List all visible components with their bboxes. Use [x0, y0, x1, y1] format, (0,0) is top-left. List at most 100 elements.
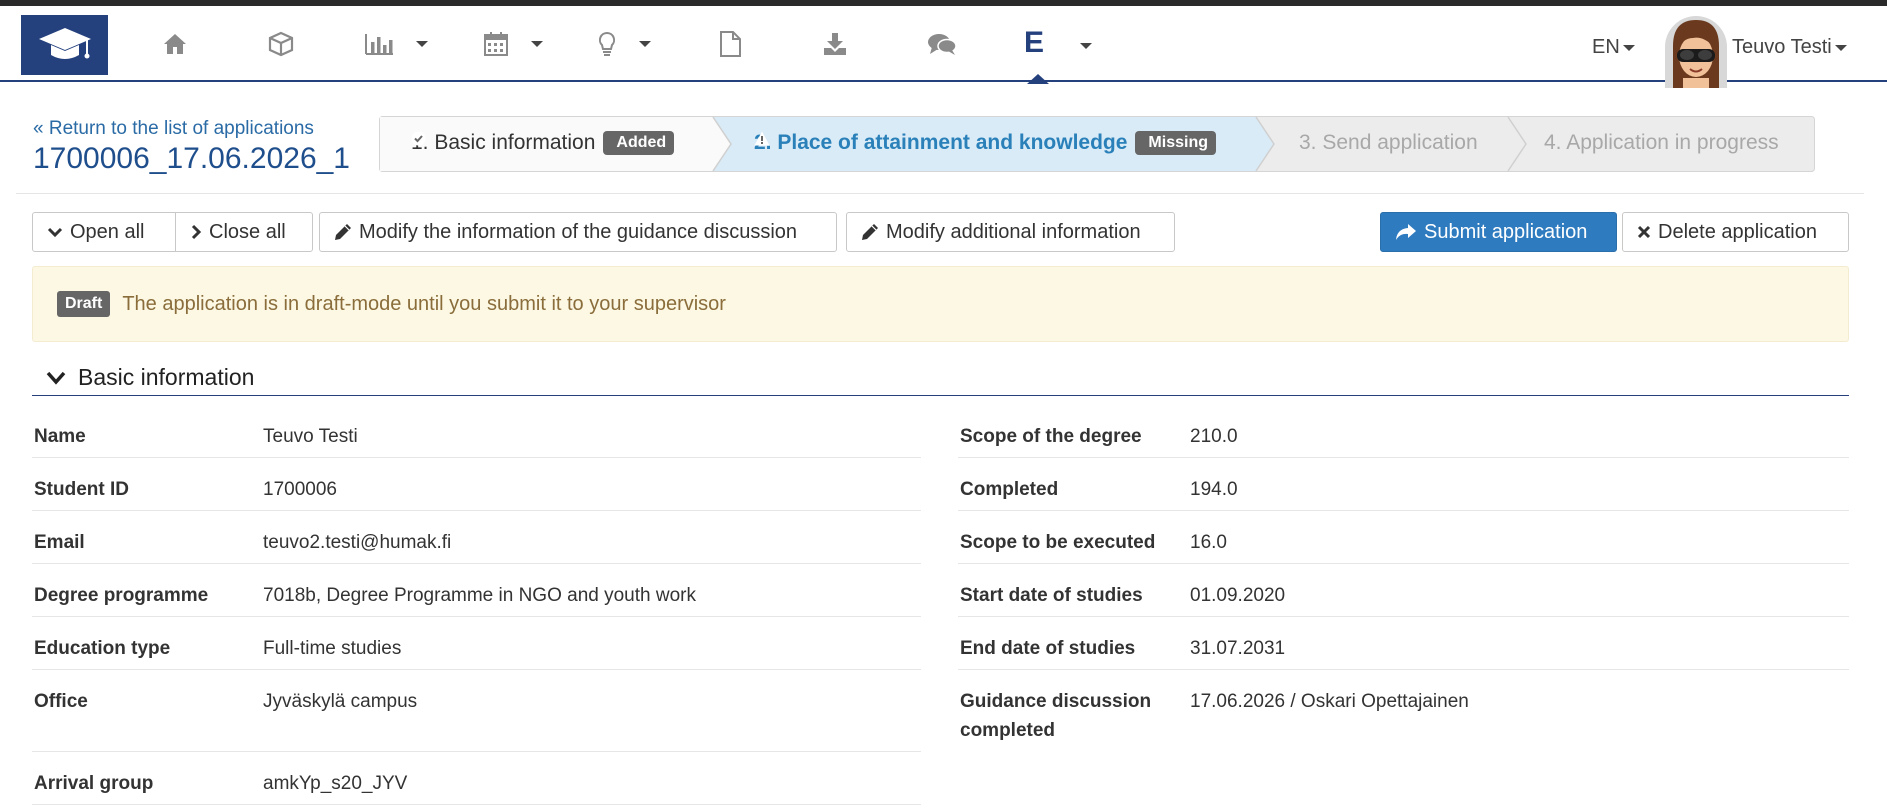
- modify-additional-information-button[interactable]: Modify additional information: [846, 212, 1175, 252]
- detail-row: Name Teuvo Testi: [32, 405, 921, 458]
- top-navbar: E EN Teuvo Testi: [0, 6, 1887, 88]
- detail-value: 17.06.2026 / Oskari Opettajainen: [1190, 691, 1469, 712]
- comments-icon: [928, 34, 957, 55]
- detail-row: End date of studies 31.07.2031: [958, 617, 1849, 670]
- detail-label: Education type: [34, 638, 171, 659]
- detail-row: Email teuvo2.testi@humak.fi: [32, 511, 921, 564]
- file-icon: [720, 31, 741, 57]
- back-to-applications-link[interactable]: « Return to the list of applications: [33, 118, 314, 140]
- user-avatar-icon: [1665, 16, 1727, 88]
- cube-icon: [268, 31, 294, 57]
- detail-row: Education type Full-time studies: [32, 617, 921, 670]
- detail-value: 1700006: [263, 479, 337, 500]
- language-dropdown[interactable]: EN: [1592, 36, 1635, 59]
- detail-row: Completed 194.0: [958, 458, 1849, 511]
- chevron-down-icon: [639, 41, 651, 47]
- detail-label-continued: completed: [960, 720, 1056, 741]
- lightbulb-icon: [598, 31, 616, 56]
- detail-value: Jyväskylä campus: [263, 691, 418, 712]
- nav-calendar-dropdown[interactable]: [483, 28, 543, 60]
- pencil-icon: [861, 223, 879, 241]
- detail-label: Email: [34, 532, 85, 553]
- modify-additional-label: Modify additional information: [886, 220, 1141, 243]
- detail-row: Scope to be executed 16.0: [958, 511, 1849, 564]
- language-label: EN: [1592, 36, 1620, 58]
- nav-cube[interactable]: [268, 28, 294, 60]
- application-id-title: 1700006_17.06.2026_1: [33, 142, 350, 175]
- open-all-button[interactable]: Open all: [32, 212, 176, 252]
- nav-messages[interactable]: [927, 28, 957, 60]
- share-arrow-icon: [1395, 223, 1417, 241]
- draft-badge: Draft: [57, 291, 111, 317]
- section-title: Basic information: [78, 364, 255, 390]
- draft-alert-text: The application is in draft-mode until y…: [122, 292, 726, 315]
- draft-alert: Draft The application is in draft-mode u…: [32, 266, 1849, 342]
- close-all-button[interactable]: Close all: [175, 212, 313, 252]
- step-4-application-in-progress[interactable]: 4. Application in progress: [1544, 131, 1779, 155]
- logo[interactable]: [21, 15, 108, 75]
- detail-value: 01.09.2020: [1190, 585, 1286, 606]
- nav-document[interactable]: [718, 28, 742, 60]
- detail-value: 210.0: [1190, 426, 1238, 447]
- chevron-down-icon: [1834, 44, 1847, 51]
- detail-value: 7018b, Degree Programme in NGO and youth…: [263, 585, 696, 606]
- detail-row: Start date of studies 01.09.2020: [958, 564, 1849, 617]
- detail-label: Student ID: [34, 479, 129, 500]
- graduation-cap-icon: [38, 28, 91, 59]
- step-3-label: 3. Send application: [1299, 131, 1478, 154]
- chevron-right-icon: [190, 224, 202, 240]
- delete-application-button[interactable]: Delete application: [1622, 212, 1849, 252]
- chevron-down-icon: [1622, 44, 1635, 51]
- submit-application-button[interactable]: Submit application: [1380, 212, 1617, 252]
- step-1-label: 1. Basic information: [411, 131, 596, 154]
- nav-download[interactable]: [822, 28, 848, 60]
- nav-home[interactable]: [163, 28, 187, 60]
- bar-chart-icon: [365, 34, 393, 55]
- modify-guidance-label: Modify the information of the guidance d…: [359, 220, 798, 243]
- close-icon: [1637, 225, 1651, 239]
- status-badge: Missing: [754, 131, 1216, 155]
- user-menu-dropdown[interactable]: Teuvo Testi: [1732, 36, 1847, 59]
- detail-value: 31.07.2031: [1190, 638, 1286, 659]
- detail-value: Full-time studies: [263, 638, 402, 659]
- nav-ideas-dropdown[interactable]: [597, 28, 651, 60]
- detail-value: teuvo2.testi@humak.fi: [263, 532, 452, 553]
- detail-label: Completed: [960, 479, 1059, 500]
- divider: [16, 193, 1864, 194]
- detail-row: Degree programme 7018b, Degree Programme…: [32, 564, 921, 617]
- progress-steps: 1. Basic information Added 2. Place of a…: [379, 116, 1815, 172]
- detail-value: amkYp_s20_JYV: [263, 773, 408, 794]
- avatar[interactable]: [1665, 16, 1727, 88]
- nav-statistics-dropdown[interactable]: [364, 28, 428, 60]
- detail-row: Scope of the degree 210.0: [958, 405, 1849, 458]
- detail-label: Arrival group: [34, 773, 154, 794]
- detail-value: 194.0: [1190, 479, 1238, 500]
- detail-value: 16.0: [1190, 532, 1227, 553]
- modify-guidance-discussion-button[interactable]: Modify the information of the guidance d…: [319, 212, 837, 252]
- detail-row: Guidance discussion completed 17.06.2026…: [958, 670, 1849, 750]
- detail-row: Student ID 1700006: [32, 458, 921, 511]
- open-all-label: Open all: [70, 220, 145, 243]
- detail-label: Name: [34, 426, 86, 447]
- detail-label: Scope of the degree: [960, 426, 1142, 447]
- step-2-label: 2. Place of attainment and knowledge: [754, 131, 1128, 154]
- detail-row: Arrival group amkYp_s20_JYV: [32, 752, 921, 805]
- step-2-place-of-attainment[interactable]: 2. Place of attainment and knowledge Mis…: [754, 131, 1216, 155]
- status-badge-label: Missing: [1148, 134, 1208, 151]
- detail-label: Scope to be executed: [960, 532, 1156, 553]
- active-nav-indicator: [1027, 74, 1049, 84]
- step-1-basic-information[interactable]: 1. Basic information Added: [411, 131, 675, 155]
- user-name: Teuvo Testi: [1732, 36, 1832, 58]
- detail-label: Office: [34, 691, 88, 712]
- detail-value: Teuvo Testi: [263, 426, 358, 447]
- nav-e-dropdown[interactable]: E: [1024, 26, 1044, 60]
- detail-label: Start date of studies: [960, 585, 1143, 606]
- step-3-send-application[interactable]: 3. Send application: [1299, 131, 1478, 155]
- close-all-label: Close all: [209, 220, 286, 243]
- detail-row: Office Jyväskylä campus: [32, 670, 921, 752]
- chevron-down-icon[interactable]: [1080, 43, 1092, 49]
- home-icon: [164, 34, 186, 54]
- basic-information-section-toggle[interactable]: Basic information: [32, 360, 1849, 396]
- detail-label: Guidance discussion: [960, 691, 1152, 712]
- status-badge: Added: [411, 131, 675, 155]
